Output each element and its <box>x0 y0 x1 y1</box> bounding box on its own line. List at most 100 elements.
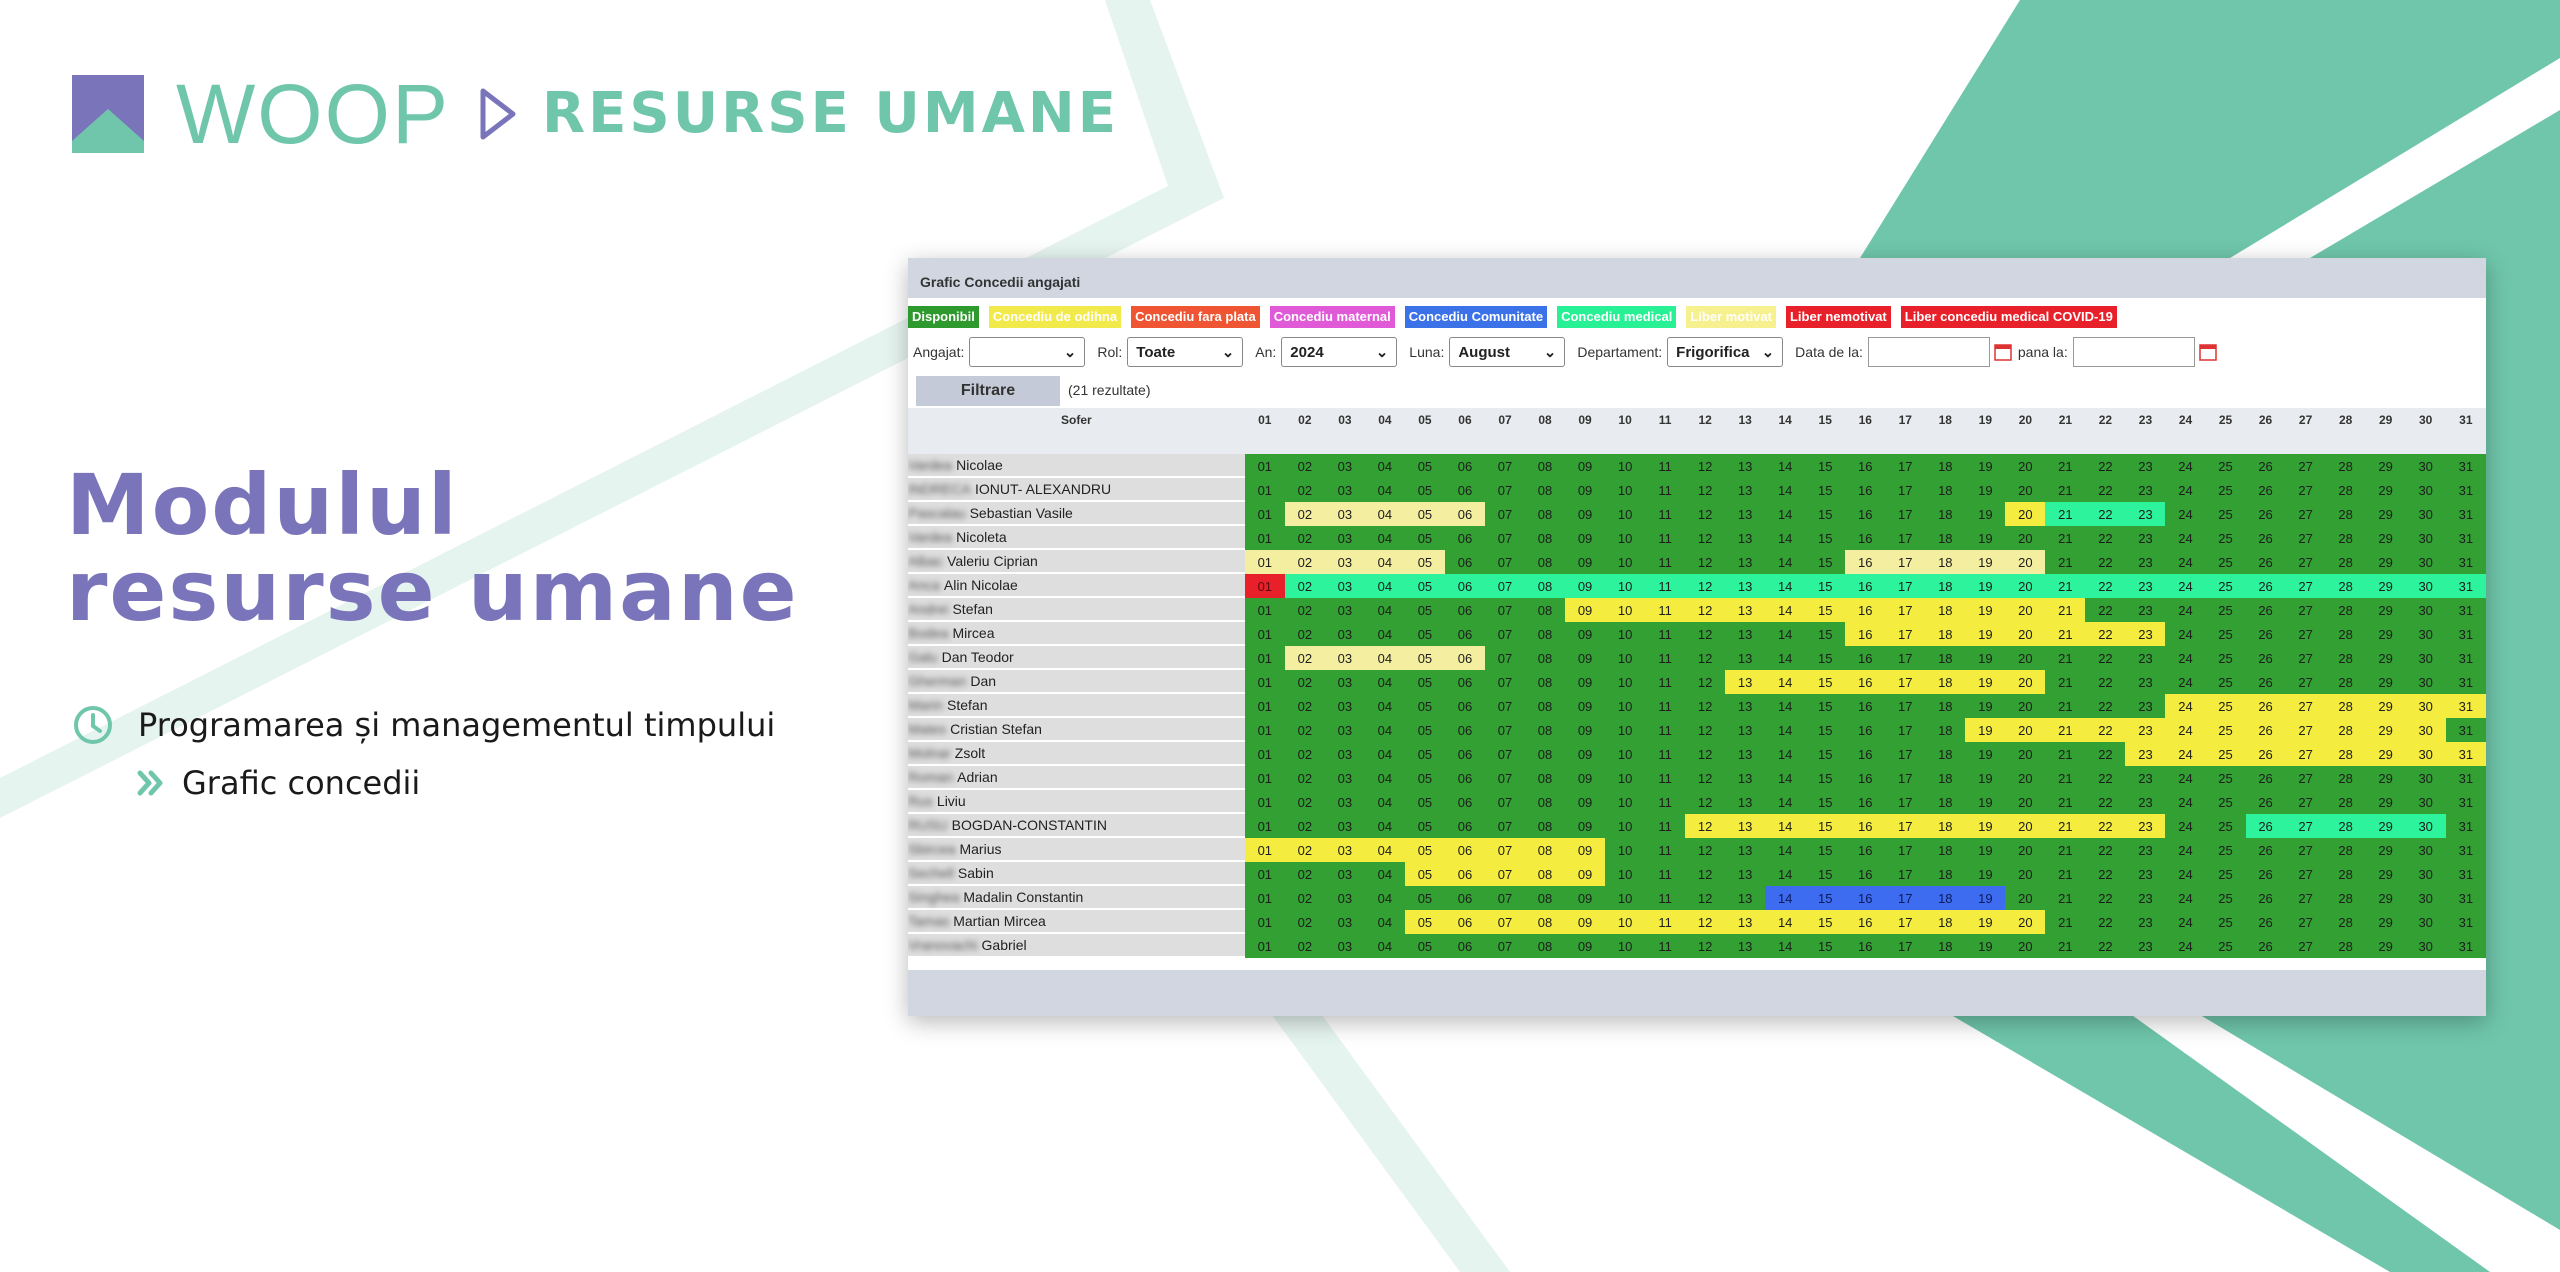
day-cell[interactable]: 27 <box>2285 694 2326 718</box>
day-cell[interactable]: 05 <box>1404 646 1445 670</box>
day-cell[interactable]: 08 <box>1525 742 1566 766</box>
day-cell[interactable]: 25 <box>2205 886 2246 910</box>
day-cell[interactable]: 31 <box>2445 886 2486 910</box>
day-cell[interactable]: 25 <box>2205 574 2246 598</box>
day-cell[interactable]: 21 <box>2045 550 2086 574</box>
day-cell[interactable]: 19 <box>1965 862 2006 886</box>
day-cell[interactable]: 10 <box>1605 838 1646 862</box>
day-cell[interactable]: 08 <box>1525 478 1566 502</box>
day-cell[interactable]: 08 <box>1525 622 1566 646</box>
day-cell[interactable]: 19 <box>1965 790 2006 814</box>
day-cell[interactable]: 18 <box>1925 862 1966 886</box>
day-cell[interactable]: 04 <box>1364 646 1405 670</box>
day-cell[interactable]: 05 <box>1404 478 1445 502</box>
day-cell[interactable]: 15 <box>1805 694 1846 718</box>
day-cell[interactable]: 29 <box>2365 598 2406 622</box>
day-cell[interactable]: 28 <box>2325 670 2366 694</box>
day-cell[interactable]: 26 <box>2245 574 2286 598</box>
day-cell[interactable]: 20 <box>2005 862 2046 886</box>
day-cell[interactable]: 28 <box>2325 862 2366 886</box>
day-cell[interactable]: 26 <box>2245 838 2286 862</box>
day-cell[interactable]: 10 <box>1605 910 1646 934</box>
day-cell[interactable]: 09 <box>1565 766 1606 790</box>
day-cell[interactable]: 10 <box>1605 742 1646 766</box>
day-cell[interactable]: 15 <box>1805 718 1846 742</box>
day-cell[interactable]: 01 <box>1244 502 1285 526</box>
day-cell[interactable]: 02 <box>1284 814 1325 838</box>
day-cell[interactable]: 06 <box>1444 910 1485 934</box>
day-cell[interactable]: 19 <box>1965 910 2006 934</box>
day-cell[interactable]: 24 <box>2165 910 2206 934</box>
day-cell[interactable]: 27 <box>2285 478 2326 502</box>
day-cell[interactable]: 09 <box>1565 550 1606 574</box>
day-cell[interactable]: 30 <box>2405 622 2446 646</box>
day-cell[interactable]: 16 <box>1845 526 1886 550</box>
day-cell[interactable]: 22 <box>2085 574 2126 598</box>
day-cell[interactable]: 28 <box>2325 718 2366 742</box>
day-cell[interactable]: 05 <box>1404 862 1445 886</box>
day-cell[interactable]: 10 <box>1605 862 1646 886</box>
day-cell[interactable]: 12 <box>1685 454 1726 478</box>
day-cell[interactable]: 16 <box>1845 862 1886 886</box>
day-cell[interactable]: 02 <box>1284 742 1325 766</box>
day-cell[interactable]: 30 <box>2405 646 2446 670</box>
day-cell[interactable]: 07 <box>1484 694 1526 718</box>
day-cell[interactable]: 04 <box>1364 454 1405 478</box>
day-cell[interactable]: 24 <box>2165 502 2206 526</box>
day-cell[interactable]: 19 <box>1965 886 2006 910</box>
day-cell[interactable]: 24 <box>2165 598 2206 622</box>
day-cell[interactable]: 12 <box>1685 934 1726 958</box>
day-cell[interactable]: 12 <box>1685 622 1726 646</box>
day-cell[interactable]: 22 <box>2085 766 2126 790</box>
day-cell[interactable]: 17 <box>1885 814 1926 838</box>
employee-select[interactable]: ⌄ <box>969 337 1086 367</box>
day-cell[interactable]: 27 <box>2285 670 2326 694</box>
day-cell[interactable]: 03 <box>1324 862 1365 886</box>
day-cell[interactable]: 25 <box>2205 814 2246 838</box>
day-cell[interactable]: 12 <box>1685 646 1726 670</box>
day-cell[interactable]: 20 <box>2005 694 2046 718</box>
day-cell[interactable]: 18 <box>1925 838 1966 862</box>
day-cell[interactable]: 26 <box>2245 886 2286 910</box>
day-cell[interactable]: 24 <box>2165 886 2206 910</box>
day-cell[interactable]: 25 <box>2205 670 2246 694</box>
day-cell[interactable]: 15 <box>1805 886 1846 910</box>
day-cell[interactable]: 05 <box>1404 934 1445 958</box>
day-cell[interactable]: 24 <box>2165 526 2206 550</box>
day-cell[interactable]: 25 <box>2205 646 2246 670</box>
day-cell[interactable]: 05 <box>1404 598 1445 622</box>
day-cell[interactable]: 23 <box>2125 646 2166 670</box>
day-cell[interactable]: 25 <box>2205 694 2246 718</box>
day-cell[interactable]: 08 <box>1525 454 1566 478</box>
day-cell[interactable]: 13 <box>1725 790 1766 814</box>
day-cell[interactable]: 13 <box>1725 838 1766 862</box>
day-cell[interactable]: 25 <box>2205 790 2246 814</box>
day-cell[interactable]: 15 <box>1805 622 1846 646</box>
calendar-icon[interactable] <box>1994 343 2012 361</box>
month-select[interactable]: August ⌄ <box>1449 337 1566 367</box>
day-cell[interactable]: 06 <box>1444 526 1485 550</box>
day-cell[interactable]: 01 <box>1244 478 1285 502</box>
day-cell[interactable]: 26 <box>2245 502 2286 526</box>
day-cell[interactable]: 06 <box>1444 598 1485 622</box>
day-cell[interactable]: 19 <box>1965 550 2006 574</box>
day-cell[interactable]: 04 <box>1364 574 1405 598</box>
day-cell[interactable]: 11 <box>1645 862 1686 886</box>
day-cell[interactable]: 21 <box>2045 574 2086 598</box>
day-cell[interactable]: 02 <box>1284 526 1325 550</box>
day-cell[interactable]: 03 <box>1324 910 1365 934</box>
day-cell[interactable]: 23 <box>2125 838 2166 862</box>
day-cell[interactable]: 12 <box>1685 742 1726 766</box>
day-cell[interactable]: 01 <box>1244 622 1285 646</box>
day-cell[interactable]: 16 <box>1845 790 1886 814</box>
day-cell[interactable]: 15 <box>1805 574 1846 598</box>
day-cell[interactable]: 25 <box>2205 622 2246 646</box>
day-cell[interactable]: 07 <box>1484 526 1526 550</box>
day-cell[interactable]: 22 <box>2085 718 2126 742</box>
day-cell[interactable]: 14 <box>1765 526 1806 550</box>
day-cell[interactable]: 07 <box>1484 910 1526 934</box>
day-cell[interactable]: 08 <box>1525 646 1566 670</box>
day-cell[interactable]: 16 <box>1845 718 1886 742</box>
day-cell[interactable]: 17 <box>1885 478 1926 502</box>
day-cell[interactable]: 17 <box>1885 454 1926 478</box>
